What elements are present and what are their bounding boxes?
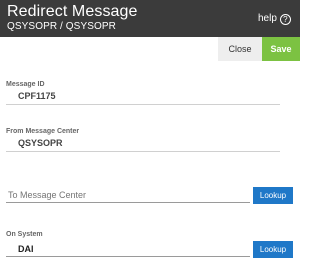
from-message-center-label: From Message Center [6,128,80,135]
to-message-center-input[interactable] [6,187,250,203]
help-link[interactable]: help ? [258,13,291,25]
question-circle-icon: ? [279,13,291,25]
to-message-center-lookup-button[interactable]: Lookup [253,187,293,204]
close-button[interactable]: Close [218,37,262,61]
dialog-subtitle: QSYSOPR / QSYSOPR [7,21,116,32]
message-id-value: CPF1175 [6,89,280,105]
dialog-toolbar: Close Save [0,37,300,61]
help-label: help [258,13,277,24]
on-system-label: On System [6,231,43,238]
dialog-header: Redirect Message QSYSOPR / QSYSOPR help … [0,0,300,37]
dialog-title: Redirect Message [7,3,138,20]
on-system-input[interactable] [6,241,250,257]
message-id-label: Message ID [6,81,45,88]
save-button[interactable]: Save [262,37,300,61]
from-message-center-value: QSYSOPR [6,136,280,152]
on-system-lookup-button[interactable]: Lookup [253,241,293,258]
